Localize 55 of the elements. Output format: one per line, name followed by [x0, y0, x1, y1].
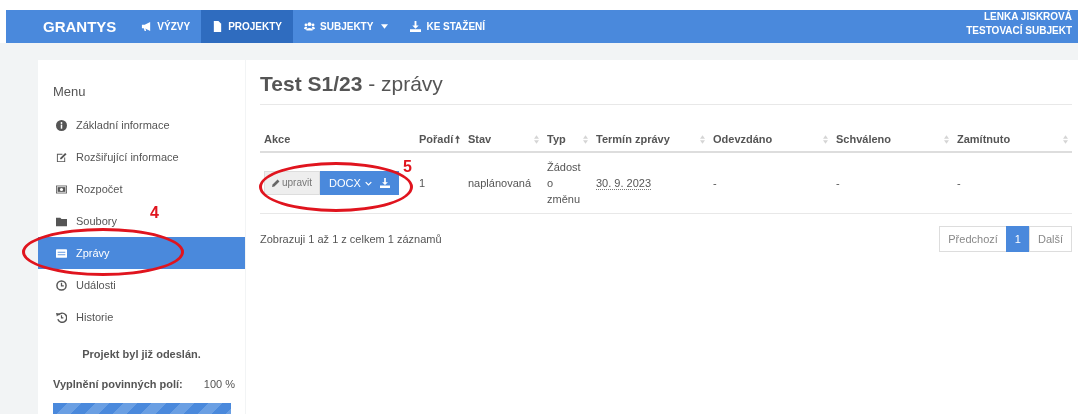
- info-icon: [56, 119, 67, 131]
- download-icon: [410, 21, 422, 32]
- sidebar-item[interactable]: Události: [38, 269, 124, 301]
- brand-logo[interactable]: GRANTYS: [6, 10, 131, 43]
- history-icon: [56, 311, 67, 323]
- column-header[interactable]: Odevzdáno: [709, 133, 832, 152]
- sidebar-item[interactable]: Rozšiřující informace: [38, 141, 187, 173]
- pagination-button[interactable]: Další: [1028, 226, 1072, 252]
- nav-tab[interactable]: KE STAŽENÍ: [399, 10, 497, 43]
- column-header[interactable]: Typ: [543, 133, 592, 152]
- table-cell: naplánovaná: [464, 152, 543, 214]
- table-cell: -: [709, 152, 832, 214]
- users-icon: [304, 21, 316, 32]
- list-icon: [56, 247, 67, 259]
- nav-tab[interactable]: PROJEKTY: [201, 10, 294, 43]
- progress-reading: 100 %: [203, 378, 235, 390]
- money-icon: [56, 183, 67, 195]
- edit-button[interactable]: upravit: [264, 171, 320, 195]
- organization-name[interactable]: TESTOVACÍ SUBJEKT: [966, 23, 1072, 38]
- table-cell: -: [832, 152, 953, 214]
- folder-icon: [56, 215, 67, 227]
- table-cell: 30. 9. 2023: [592, 152, 709, 214]
- sidebar-item[interactable]: Základní informace: [38, 109, 178, 141]
- sidebar-item[interactable]: Soubory: [38, 205, 125, 237]
- edit-icon: [56, 151, 67, 163]
- chevron-down-icon: [364, 180, 372, 186]
- sidebar-title: Menu: [52, 84, 87, 99]
- column-header[interactable]: Akce: [260, 133, 415, 152]
- sidebar-item[interactable]: Zprávy: [38, 237, 245, 269]
- page-title: Test S1/23 - zprávy: [260, 72, 1072, 105]
- column-header[interactable]: Termín zprávy: [592, 133, 709, 152]
- download-icon: [379, 178, 390, 188]
- clock-icon: [56, 279, 67, 291]
- sidebar-item[interactable]: Rozpočet: [38, 173, 131, 205]
- column-header[interactable]: Stav: [464, 133, 543, 152]
- file-icon: [212, 21, 224, 32]
- sidebar-item[interactable]: Historie: [38, 301, 122, 333]
- column-header[interactable]: Zamítnuto: [953, 133, 1072, 152]
- export-button[interactable]: DOCX: [320, 171, 399, 195]
- records-info: Zobrazuji 1 až 1 z celkem 1 záznamů: [260, 233, 442, 245]
- status-text: Projekt byl již odeslán.: [81, 348, 202, 360]
- user-name[interactable]: LENKA JISKROVÁ: [984, 9, 1072, 24]
- pagination-button[interactable]: 1: [1005, 226, 1030, 252]
- pencil-icon: [272, 179, 280, 187]
- column-header[interactable]: Schváleno: [832, 133, 953, 152]
- megaphone-icon: [141, 21, 153, 32]
- progress-label: Vyplnění povinných polí:: [53, 378, 183, 390]
- column-header[interactable]: Pořadí: [415, 133, 464, 152]
- table-cell: -: [953, 152, 1072, 214]
- nav-tab[interactable]: VÝZVY: [130, 10, 202, 43]
- annotation-number: 5: [403, 158, 412, 176]
- table-cell: 1: [415, 152, 464, 214]
- nav-tab[interactable]: SUBJEKTY: [293, 10, 400, 43]
- table-cell: Žádost o změnu: [543, 152, 592, 214]
- annotation-number: 4: [150, 204, 159, 222]
